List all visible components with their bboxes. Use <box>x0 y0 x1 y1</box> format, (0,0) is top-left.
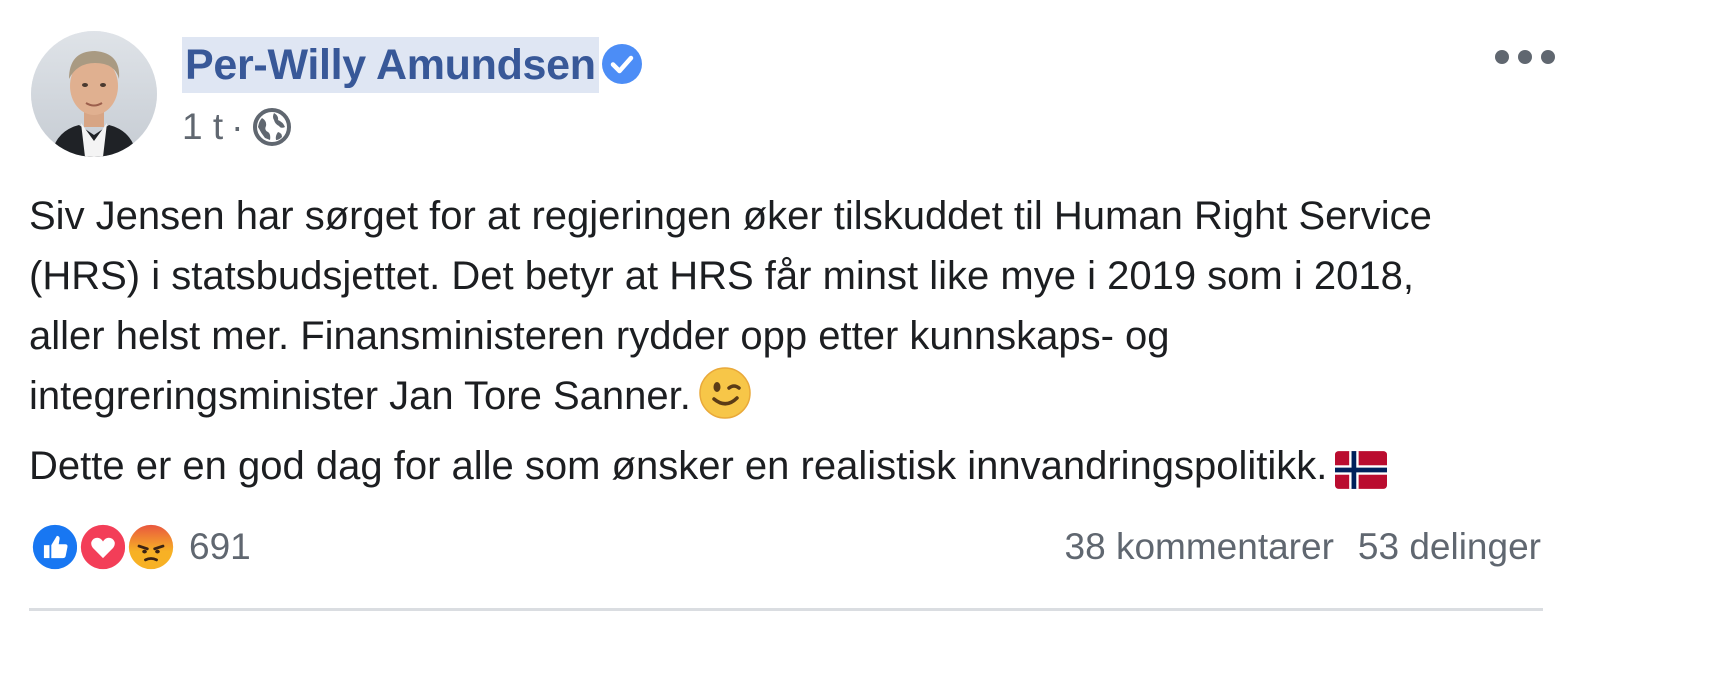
post-text-line: Siv Jensen har sørget for at regjeringen… <box>29 194 1432 238</box>
angry-icon <box>125 521 177 573</box>
reaction-count: 691 <box>189 526 251 567</box>
post-text-line: aller helst mer. Finansministeren rydder… <box>29 314 1170 358</box>
divider <box>29 608 1543 611</box>
globe-icon[interactable] <box>252 107 292 147</box>
profile-photo <box>31 31 157 157</box>
more-dot <box>1495 50 1509 64</box>
post-timestamp-link[interactable]: 1 t <box>182 106 223 148</box>
norway-flag-icon <box>1335 446 1388 506</box>
post-text-line-with-emoji: Dette er en god dag for alle som ønsker … <box>29 436 1589 506</box>
author-name-link[interactable]: Per-Willy Amundsen <box>182 37 599 93</box>
post-text-line: Dette er en god dag for alle som ønsker … <box>29 444 1328 488</box>
comments-count-link[interactable]: 38 kommentarer <box>1065 526 1334 568</box>
reactions-summary[interactable]: 691 <box>29 520 251 574</box>
post-text-line: integreringsminister Jan Tore Sanner. <box>29 374 691 418</box>
facebook-post: Per-Willy Amundsen 1 t · Siv Jensen har … <box>0 0 1726 694</box>
post-meta: 1 t · <box>182 104 292 150</box>
avatar[interactable] <box>31 31 157 157</box>
post-text-line-with-emoji: integreringsminister Jan Tore Sanner. <box>29 366 1589 436</box>
love-icon <box>77 521 129 573</box>
post-text-line: (HRS) i statsbudsjettet. Det betyr at HR… <box>29 254 1414 298</box>
more-dot <box>1541 50 1555 64</box>
shares-count-link[interactable]: 53 delinger <box>1358 526 1541 568</box>
verified-badge-icon <box>601 43 643 85</box>
more-options-icon[interactable] <box>1495 40 1555 74</box>
post-message: Siv Jensen har sørget for at regjeringen… <box>29 186 1589 506</box>
post-stats: 38 kommentarer 53 delinger <box>1065 524 1541 570</box>
more-dot <box>1518 50 1532 64</box>
like-icon <box>29 521 81 573</box>
winking-face-icon <box>699 367 751 436</box>
meta-separator: · <box>231 106 244 147</box>
